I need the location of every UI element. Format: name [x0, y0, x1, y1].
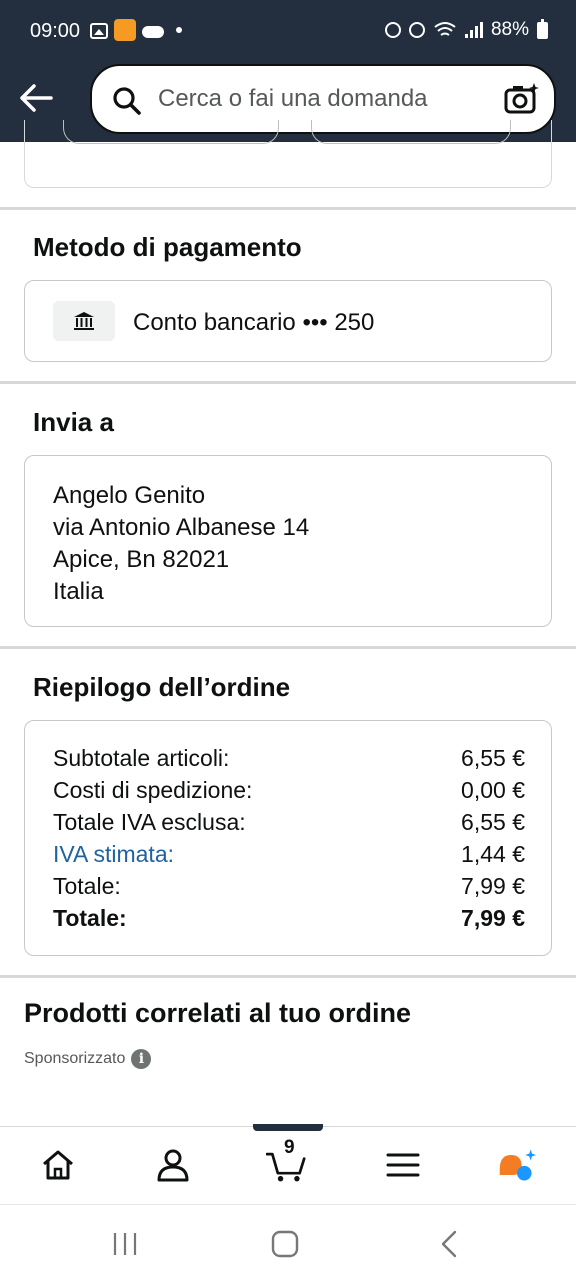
option-pill[interactable] — [63, 120, 279, 144]
summary-row-grand-total: Totale: 7,99 € — [53, 905, 525, 932]
related-products-title: Prodotti correlati al tuo ordine — [24, 998, 412, 1028]
address-street: via Antonio Albanese 14 — [53, 514, 310, 541]
home-system-icon — [271, 1230, 299, 1258]
summary-section-title: Riepilogo dell’ordine — [33, 672, 291, 702]
nav-account[interactable] — [153, 1145, 193, 1185]
recent-apps-button[interactable] — [110, 1229, 140, 1259]
section-divider — [0, 207, 576, 210]
summary-label: Costi di spedizione: — [53, 777, 253, 803]
sponsored-text: Sponsorizzato — [24, 1050, 126, 1067]
data-saver-icon — [384, 22, 401, 38]
more-notifications-dot-icon — [176, 27, 182, 33]
home-system-button[interactable] — [270, 1229, 300, 1259]
search-icon — [113, 87, 141, 115]
status-bar: 09:00 88% — [0, 0, 576, 62]
back-chevron-icon — [441, 1230, 457, 1258]
signal-icon — [464, 22, 483, 38]
home-icon — [43, 1150, 73, 1180]
status-system-icons: 88% — [384, 18, 548, 41]
summary-row-subtotal: Subtotale articoli: 6,55 € — [53, 745, 525, 772]
address-name: Angelo Genito — [53, 482, 206, 509]
recent-apps-icon — [113, 1233, 137, 1255]
section-divider — [0, 381, 576, 384]
summary-row-shipping: Costi di spedizione: 0,00 € — [53, 777, 525, 804]
summary-value: 1,44 € — [461, 841, 525, 867]
cloud-icon — [142, 26, 164, 38]
address-city: Apice, Bn 82021 — [53, 546, 230, 573]
section-divider — [0, 646, 576, 649]
summary-value: 6,55 € — [461, 745, 525, 771]
summary-row-vat: IVA stimata: 1,44 € — [53, 841, 525, 868]
summary-value: 7,99 € — [461, 873, 525, 899]
summary-label: Totale IVA esclusa: — [53, 809, 246, 835]
summary-row-total: Totale: 7,99 € — [53, 873, 525, 900]
account-icon — [157, 1149, 189, 1182]
sponsored-label: Sponsorizzato i — [24, 1049, 152, 1069]
bottom-navigation: 9 — [0, 1124, 576, 1204]
estimated-vat-link[interactable]: IVA stimata: — [53, 841, 174, 868]
summary-value: 6,55 € — [461, 809, 525, 835]
system-navigation-bar — [0, 1204, 576, 1280]
payment-method-card[interactable]: Conto bancario ••• 250 — [24, 280, 552, 362]
menu-icon — [386, 1153, 420, 1177]
summary-label: Totale: — [53, 873, 121, 899]
cart-count: 9 — [284, 1137, 295, 1158]
nav-home[interactable] — [38, 1145, 78, 1185]
battery-percent: 88% — [490, 19, 529, 40]
bank-icon — [53, 301, 115, 341]
camera-search-icon[interactable] — [504, 82, 540, 116]
summary-row-total-excl-vat: Totale IVA esclusa: 6,55 € — [53, 809, 525, 836]
nav-rufus[interactable] — [497, 1145, 537, 1185]
order-summary-card: Subtotale articoli: 6,55 € Costi di sped… — [24, 720, 552, 956]
app-notification-icon — [114, 19, 136, 41]
previous-section-card — [24, 120, 552, 188]
summary-label: Totale: — [53, 905, 127, 931]
rufus-icon — [499, 1149, 537, 1181]
alarm-icon — [408, 22, 425, 38]
address-country: Italia — [53, 578, 104, 605]
nav-cart[interactable]: 9 — [266, 1137, 306, 1185]
shipping-section-title: Invia a — [33, 407, 114, 437]
shipping-address-card[interactable]: Angelo Genito via Antonio Albanese 14 Ap… — [24, 455, 552, 627]
section-divider — [0, 975, 576, 978]
summary-value: 0,00 € — [461, 777, 525, 803]
back-system-button[interactable] — [434, 1229, 464, 1259]
wifi-icon — [434, 22, 456, 36]
payment-section-title: Metodo di pagamento — [33, 232, 302, 262]
status-notification-icons — [90, 19, 182, 41]
gallery-icon — [90, 23, 108, 39]
status-time: 09:00 — [30, 20, 81, 42]
summary-value: 7,99 € — [461, 905, 525, 931]
battery-icon — [537, 18, 548, 39]
info-icon[interactable]: i — [131, 1049, 152, 1069]
active-tab-indicator — [253, 1124, 323, 1131]
nav-menu[interactable] — [383, 1145, 423, 1185]
back-button[interactable] — [16, 78, 56, 118]
back-arrow-icon — [20, 84, 53, 112]
summary-label: Subtotale articoli: — [53, 745, 230, 771]
option-pill[interactable] — [311, 120, 511, 144]
payment-method-label: Conto bancario ••• 250 — [133, 309, 375, 336]
